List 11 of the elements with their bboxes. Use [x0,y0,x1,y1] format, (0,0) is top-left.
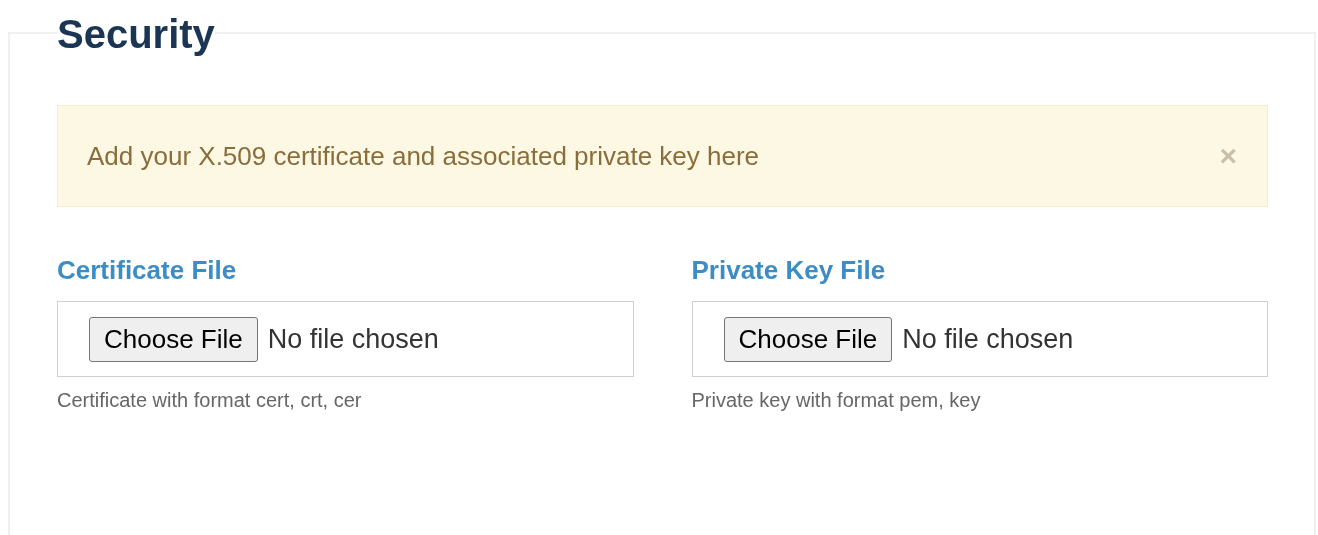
help-text: Certificate with format cert, crt, cer [57,389,363,412]
file-input-field[interactable]: Choose File No file chosen [57,301,634,377]
help-text: Private key with format pem, key [691,389,982,412]
field-label: Certificate File [57,254,238,287]
file-input-field[interactable]: Choose File No file chosen [691,301,1268,377]
file-status: No file chosen [902,323,1074,355]
choose-file-button[interactable]: Choose File [723,316,893,362]
field-label: Private Key File [691,254,887,287]
file-status: No file chosen [267,323,439,355]
choose-file-button[interactable]: Choose File [89,316,258,362]
alert-message: Add your X.509 certificate and associated private key here [87,140,760,172]
